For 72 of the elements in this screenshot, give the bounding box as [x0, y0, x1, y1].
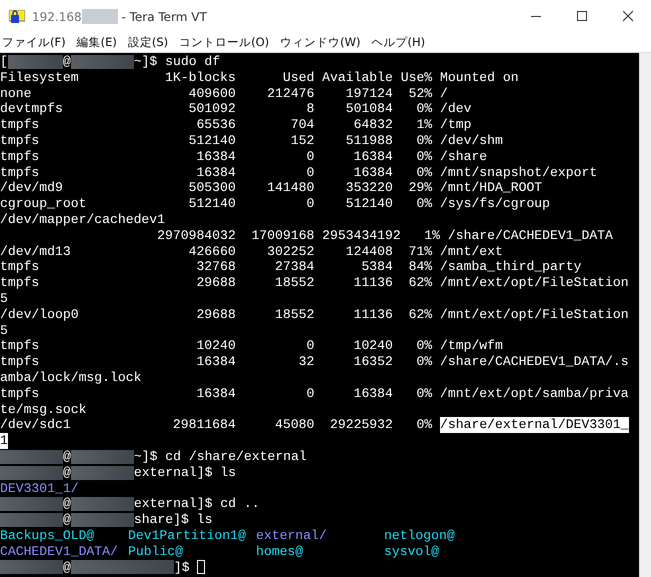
symlink-name: sysvol@ [384, 544, 440, 559]
terminal-text: devtmpfs 501092 8 501084 0% /dev [0, 101, 472, 118]
terminal-text: share]$ ls [134, 512, 212, 528]
terminal-text: tmpfs 29688 18552 11136 62% /mnt/ext/opt/FileStation [0, 275, 629, 291]
terminal-text: tmpfs 512140 152 511988 0% /dev/shm [0, 132, 503, 149]
terminal-text: 5 [0, 322, 8, 338]
terminal-text: /dev/mapper/cachedev1 [0, 212, 166, 228]
blurred-block [8, 54, 63, 69]
terminal-text: @ [63, 560, 71, 576]
terminal-text: tmpfs 16384 32 16352 0% /share/CACHEDEV1_DATA/.s [0, 354, 629, 370]
window-title: 192.168 [32, 10, 82, 24]
terminal-text: /dev/loop0 29688 18552 11136 62% /mnt/ext/opt/FileStation [0, 306, 629, 323]
text-cursor [197, 560, 206, 574]
terminal-text: te/msg.sock [0, 402, 86, 418]
terminal-text: ]$ [174, 560, 191, 576]
terminal-text: /dev/sdc1 29811684 45080 29225932 0% [0, 417, 434, 434]
symlink-name: Dev1Partition1@ [128, 528, 246, 543]
terminal-text: 5 [0, 290, 8, 307]
terminal-text: amba/lock/msg.lock [0, 370, 142, 386]
blurred-block [70, 497, 134, 512]
blurred-block [70, 54, 134, 69]
terminal-text: Filesystem 1K-blocks Used Available Use% Mounted on [0, 70, 519, 86]
terminal-text: external]$ ls [134, 464, 236, 481]
terminal-text: @ [63, 496, 71, 512]
selected-text: /share/external/DEV3301_ [440, 417, 629, 434]
menu-item[interactable]: ウィンドウ(W) [278, 35, 370, 50]
symlink-name: Public@ [128, 544, 184, 559]
blurred-block [82, 9, 118, 24]
terminal-text: /dev/md13 426660 302252 124408 71% /mnt/ext [0, 244, 503, 260]
close-icon [622, 11, 634, 22]
symlink-name: netlogon@ [384, 528, 455, 543]
menu-item[interactable]: コントロール(O) [177, 35, 278, 50]
terminal-text: @ [63, 512, 71, 528]
terminal-text: tmpfs 32768 27384 5384 84% /samba_third_party [0, 259, 582, 276]
app-icon [9, 10, 25, 24]
terminal-text: tmpfs 10240 0 10240 0% /tmp/wfm [0, 338, 503, 354]
maximize-icon [576, 11, 588, 22]
terminal-text: [ [0, 54, 8, 70]
terminal-text: none 409600 212476 197124 52% / [0, 86, 448, 102]
blurred-block [0, 513, 63, 527]
blurred-block [0, 450, 63, 464]
selected-text: 1 [0, 433, 8, 449]
blurred-block [0, 497, 63, 512]
terminal-text: @ [63, 448, 71, 465]
menu-item[interactable]: 編集(E) [74, 35, 126, 50]
directory-name: CACHEDEV1_DATA/ [0, 544, 118, 559]
blurred-block [0, 466, 63, 480]
terminal-text: /dev/md9 505300 141480 353220 29% /mnt/HDA_ROOT [0, 180, 542, 196]
menu-item[interactable]: ヘルプ(H) [370, 35, 434, 50]
terminal-text: ~]$ sudo df [134, 54, 220, 70]
symlink-name: homes@ [256, 544, 304, 559]
window-title: - Tera Term VT [120, 10, 207, 24]
terminal-text: tmpfs 16384 0 16384 0% /mnt/snapshot/export [0, 164, 598, 180]
terminal-text: cgroup_root 512140 0 512140 0% /sys/fs/cgroup [0, 196, 550, 212]
menu-item[interactable]: 設定(S) [126, 35, 178, 50]
terminal-text: @ [62, 54, 71, 70]
terminal-text: external]$ cd .. [134, 496, 260, 512]
directory-name: external/ [256, 528, 327, 543]
terminal-text: @ [63, 464, 71, 481]
blurred-block [70, 450, 134, 464]
blurred-block [70, 513, 134, 527]
terminal-text: tmpfs 65536 704 64832 1% /tmp [0, 117, 472, 133]
scrollbar[interactable] [639, 53, 651, 577]
terminal-text: 2970984032 17009168 2953434192 1% /share/CACHEDEV1_DATA [156, 228, 613, 244]
terminal-text: tmpfs 16384 0 16384 0% /mnt/ext/opt/samba/priva [0, 386, 629, 402]
terminal-text: ~]$ cd /share/external [134, 448, 307, 465]
blurred-block [0, 560, 63, 574]
directory-name: DEV3301_1/ [0, 480, 79, 496]
blurred-block [70, 466, 134, 480]
symlink-name: Backups_OLD@ [0, 528, 94, 543]
terminal-text: tmpfs 16384 0 16384 0% /share [0, 148, 488, 165]
menu-item[interactable]: ファイル(F) [0, 35, 75, 50]
